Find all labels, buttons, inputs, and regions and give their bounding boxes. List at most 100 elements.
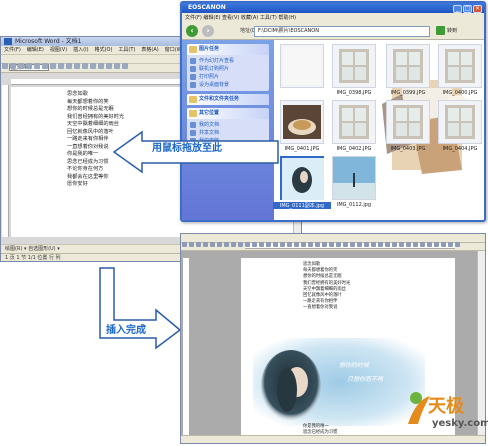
explorer-address-bar: ‹ › 地址(D) F:\DCIM\照片\EOSCANON 转到 [182,23,484,40]
photo-filename[interactable]: IMG_0398.JPG [325,90,383,96]
photo-thumbnail[interactable] [332,100,376,144]
other-place-item-icon [190,122,196,128]
paste-icon[interactable] [66,63,72,69]
save-icon[interactable] [18,63,24,69]
word2-format-toolbar [181,234,485,247]
new-doc-icon[interactable] [2,63,8,69]
photo-thumbnail[interactable] [280,100,324,144]
word-menu-item[interactable]: 视图(V) [50,47,67,53]
photo-thumbnail-image [393,105,423,139]
drawing-icon[interactable] [114,63,120,69]
photo-thumbnail[interactable] [438,100,482,144]
photo-filename[interactable]: IMG_0402.JPG [325,146,383,152]
table-icon[interactable] [98,63,104,69]
other-place-item[interactable]: 我的文档 [187,121,269,129]
photo-thumbnail[interactable] [386,44,430,88]
photo-thumbnail-image [333,157,375,199]
word-title: Microsoft Word - 文档1 [15,38,82,45]
thumbnail-view: IMG_0398.JPG IMG_0399.JPG IMG_0400.JPG IMG_… [273,40,484,220]
close-button[interactable]: × [473,5,482,13]
file-tasks-title: 文件和文件夹任务 [199,96,240,102]
cut-icon[interactable] [50,63,56,69]
other-place-item-label: 我的文档 [199,122,220,128]
word-menu-item[interactable]: 工具(T) [118,47,135,53]
link-icon[interactable] [90,63,96,69]
explorer-menus[interactable]: 文件(F) 编辑(E) 查看(V) 收藏(A) 工具(T) 帮助(H) [185,15,296,21]
word-menu-item[interactable]: 插入(I) [73,47,88,53]
picture-folder-icon [189,46,197,53]
inserted-picture-art [253,338,425,426]
word2-document-line: 我们曾经拥有的美好时光 [303,280,351,286]
photo-thumbnail-image [445,105,475,139]
word-menu-item[interactable]: 格式(O) [95,47,113,53]
forward-button[interactable]: › [202,25,214,37]
done-arrow [99,267,182,350]
photo-thumbnail-image [283,47,321,85]
word-menu-item[interactable]: 表格(A) [141,47,158,53]
photo-filename[interactable]: IMG_0112.jpg [325,202,383,208]
word-menu-item[interactable]: 编辑(E) [27,47,44,53]
address-field[interactable]: F:\DCIM\照片\EOSCANON [254,26,430,37]
done-label: 插入完成 [106,325,146,336]
photo-thumbnail[interactable] [332,156,376,200]
status-text: 1 页 1 节 1/1 位置 行 列 [5,255,61,261]
preview-icon[interactable] [34,63,40,69]
photo-thumbnail[interactable] [386,100,430,144]
go-button[interactable]: 转到 [436,26,462,37]
picture-caption-1: 想你的时候 [339,362,370,369]
picture-task-item[interactable]: 设为桌面背景 [187,81,269,89]
picture-task-item[interactable]: 打印照片 [187,73,269,81]
document-line: 我们曾经拥有的美好时光 [67,113,125,120]
photo-filename[interactable]: IMG_0403.JPG [379,146,437,152]
photo-thumbnail[interactable] [438,44,482,88]
document-line: 愿你安好 [67,181,88,187]
explorer-title: EOSCANON [188,4,226,11]
photo-filename[interactable]: IMG_0404.JPG [431,146,484,152]
vertical-ruler [2,85,9,237]
drawing-menu-label[interactable]: 绘图(R) ▾ 自选图形(U) ▾ [5,246,60,252]
picture-task-item-icon [190,74,196,80]
word2-document-text: 思念如歌 每天都想着你的笑 想你的时候总是无眠 我们曾经拥有的美好时光 天空中飘着细细的… [303,262,350,312]
file-tasks-header[interactable]: 文件和文件夹任务 [187,94,269,105]
minimize-button[interactable]: _ [453,5,462,13]
print-icon[interactable] [26,63,32,69]
word-doc-icon [4,38,12,45]
document-line: 我都会在这里等你 [67,173,109,180]
photo-thumbnail[interactable] [280,156,324,200]
other-places-header[interactable]: 其它位置 [187,108,269,119]
picture-task-item[interactable]: 作为幻灯片查看 [187,57,269,65]
picture-tasks-header[interactable]: 图片任务 [187,44,269,55]
photo-thumbnail[interactable] [332,44,376,88]
undo-icon[interactable] [74,63,80,69]
picture-tasks-list: 作为幻灯片查看 联机订购照片 打印照片 设为桌面背景 [187,55,269,91]
places-icon [189,110,197,117]
picture-caption-2: 只想你而不再 [347,376,384,383]
picture-task-item-label: 打印照片 [199,74,220,80]
back-button[interactable]: ‹ [186,25,198,37]
word-menu-item[interactable]: 文件(F) [4,47,21,53]
inserted-picture[interactable]: 想你的时候 只想你而不再 [253,338,425,426]
maximize-button[interactable]: □ [463,5,472,13]
picture-task-item-icon [190,82,196,88]
site-text: yesky.com [432,418,488,429]
photo-thumbnail-image [283,105,321,139]
word2-vertical-ruler [183,258,190,438]
picture-task-item-label: 作为幻灯片查看 [199,58,235,64]
copy-icon[interactable] [58,63,64,69]
picture-task-item[interactable]: 联机订购照片 [187,65,269,73]
open-icon[interactable] [10,63,16,69]
photo-thumbnail[interactable] [280,44,324,88]
columns-icon[interactable] [106,63,112,69]
document-line: 天空中飘着细细的雨丝 [67,121,119,127]
spell-icon[interactable] [42,63,48,69]
zoom-icon[interactable] [122,63,128,69]
redo-icon[interactable] [82,63,88,69]
file-tasks-panel: 文件和文件夹任务 [187,94,269,105]
photo-thumbnail-image [339,105,369,139]
other-places-title: 其它位置 [199,110,220,116]
photo-filename[interactable]: IMG_0111副本.jpg [273,202,331,209]
photo-filename[interactable]: IMG_0400.JPG [431,90,484,96]
document-line: 每天都想着你的笑 [67,98,109,105]
go-label: 转到 [447,28,458,34]
photo-filename[interactable]: IMG_0399.JPG [379,90,437,96]
